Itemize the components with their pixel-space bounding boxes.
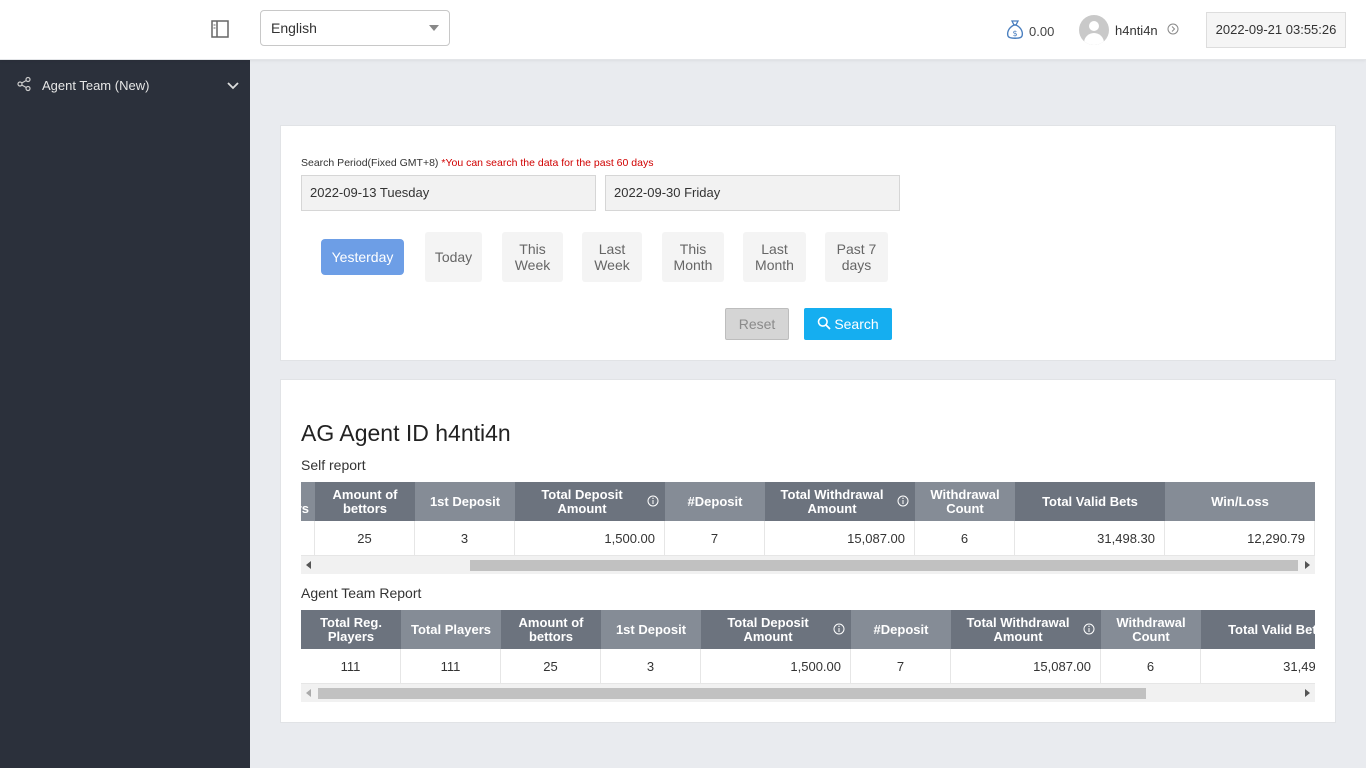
period-hint: *You can search the data for the past 60…	[441, 157, 654, 169]
column-header: Total Withdrawal Amount	[951, 610, 1101, 649]
language-select[interactable]: English	[260, 10, 450, 46]
table-row: 111 25 3 1,500.00 7 15,087.00 6 31,498.3…	[301, 521, 1315, 556]
user-menu[interactable]: h4nti4n	[1079, 15, 1179, 45]
search-button[interactable]: Search	[804, 308, 892, 340]
money-bag-icon: $	[1005, 19, 1029, 44]
scroll-left-icon[interactable]	[306, 561, 311, 569]
column-header: Total Valid Bets	[1201, 610, 1315, 649]
range-last-week[interactable]: Last Week	[582, 232, 642, 282]
info-icon[interactable]	[833, 623, 845, 638]
period-label-text: Search Period(Fixed GMT+8)	[301, 157, 439, 169]
info-icon[interactable]	[1083, 623, 1095, 638]
search-panel: Search Period(Fixed GMT+8) *You can sear…	[280, 125, 1336, 361]
team-report-title: Agent Team Report	[301, 585, 422, 601]
sidebar: Agent Team (New)	[0, 60, 250, 768]
table-cell: 3	[601, 649, 701, 684]
column-header: #Deposit	[665, 482, 765, 521]
column-header: Total Deposit Amount	[701, 610, 851, 649]
table-cell: 1,500.00	[515, 521, 665, 556]
circle-arrow-icon	[1167, 23, 1179, 38]
table-cell: 12,290.79	[1165, 521, 1315, 556]
table-header-row: Total Reg. Players Total Players Amount …	[301, 610, 1315, 649]
start-date-input[interactable]: 2022-09-13 Tuesday	[301, 175, 596, 211]
table-cell: 31,498.30	[1201, 649, 1315, 684]
scroll-right-icon[interactable]	[1305, 689, 1310, 697]
column-header: Withdrawal Count	[1101, 610, 1201, 649]
range-this-week[interactable]: This Week	[502, 232, 563, 282]
column-header: Total Reg. Players	[301, 610, 401, 649]
language-value: English	[271, 20, 317, 36]
column-header-label: Total Withdrawal Amount	[780, 486, 884, 516]
table-cell: 111	[301, 521, 315, 556]
column-header: Withdrawal Count	[915, 482, 1015, 521]
column-header: Total Deposit Amount	[515, 482, 665, 521]
info-icon[interactable]	[897, 495, 909, 510]
column-header: Amount of bettors	[315, 482, 415, 521]
table-cell: 15,087.00	[765, 521, 915, 556]
table-cell: 25	[501, 649, 601, 684]
table-cell: 6	[1101, 649, 1201, 684]
reset-button[interactable]: Reset	[725, 308, 789, 340]
search-button-label: Search	[834, 316, 879, 332]
search-icon	[817, 316, 834, 333]
column-header-label: Total Deposit Amount	[541, 486, 623, 516]
table-cell: 31,498.30	[1015, 521, 1165, 556]
self-report-title: Self report	[301, 457, 366, 473]
table-cell: 111	[401, 649, 501, 684]
column-header: Amount of bettors	[501, 610, 601, 649]
share-icon	[16, 76, 32, 95]
report-panel: AG Agent ID h4nti4n Self report Total Pl…	[280, 379, 1336, 723]
column-header: Win/Loss	[1165, 482, 1315, 521]
column-header: #Deposit	[851, 610, 951, 649]
search-period-label: Search Period(Fixed GMT+8) *You can sear…	[301, 157, 653, 169]
self-report-scrollbar[interactable]	[301, 556, 1315, 574]
range-last-month[interactable]: Last Month	[743, 232, 806, 282]
column-header: 1st Deposit	[601, 610, 701, 649]
table-cell: 111	[301, 649, 401, 684]
chevron-down-icon	[226, 79, 240, 94]
sidebar-item-label: Agent Team (New)	[42, 77, 150, 93]
scrollbar-thumb[interactable]	[318, 688, 1146, 699]
column-header-label: Total Withdrawal Amount	[966, 614, 1070, 644]
column-header: 1st Deposit	[415, 482, 515, 521]
table-header-row: Total Players Amount of bettors 1st Depo…	[301, 482, 1315, 521]
table-cell: 6	[915, 521, 1015, 556]
chevron-down-icon	[429, 25, 439, 31]
balance: $ 0.00	[1005, 19, 1054, 43]
team-report-table: Total Reg. Players Total Players Amount …	[301, 610, 1315, 684]
table-cell: 1,500.00	[701, 649, 851, 684]
username: h4nti4n	[1115, 22, 1158, 38]
table-row: 111 111 25 3 1,500.00 7 15,087.00 6 31,4…	[301, 649, 1315, 684]
range-past-7-days[interactable]: Past 7 days	[825, 232, 888, 282]
avatar	[1079, 15, 1109, 45]
table-cell: 25	[315, 521, 415, 556]
column-header: Total Withdrawal Amount	[765, 482, 915, 521]
scroll-right-icon[interactable]	[1305, 561, 1310, 569]
column-header: Total Valid Bets	[1015, 482, 1165, 521]
range-yesterday[interactable]: Yesterday	[321, 239, 404, 275]
top-bar: English $ 0.00 h4nti4n 2022-09-21 03:55:…	[0, 0, 1366, 60]
range-today[interactable]: Today	[425, 232, 482, 282]
server-time: 2022-09-21 03:55:26	[1206, 12, 1346, 48]
balance-value: 0.00	[1029, 23, 1055, 39]
table-cell: 7	[665, 521, 765, 556]
self-report-table: Total Players Amount of bettors 1st Depo…	[301, 482, 1315, 556]
scroll-left-icon[interactable]	[306, 689, 311, 697]
info-icon[interactable]	[647, 495, 659, 510]
report-title: AG Agent ID h4nti4n	[301, 420, 511, 446]
team-report-scrollbar[interactable]	[301, 684, 1315, 702]
column-header: Total Players	[301, 482, 315, 521]
column-header: Total Players	[401, 610, 501, 649]
column-header-label: Total Deposit Amount	[727, 614, 809, 644]
table-cell: 7	[851, 649, 951, 684]
sidebar-item-agent-team[interactable]: Agent Team (New)	[0, 70, 250, 100]
sidebar-toggle-icon[interactable]	[210, 19, 230, 39]
end-date-input[interactable]: 2022-09-30 Friday	[605, 175, 900, 211]
range-this-month[interactable]: This Month	[662, 232, 724, 282]
table-cell: 3	[415, 521, 515, 556]
scrollbar-thumb[interactable]	[470, 560, 1298, 571]
svg-text:$: $	[1012, 29, 1017, 38]
table-cell: 15,087.00	[951, 649, 1101, 684]
